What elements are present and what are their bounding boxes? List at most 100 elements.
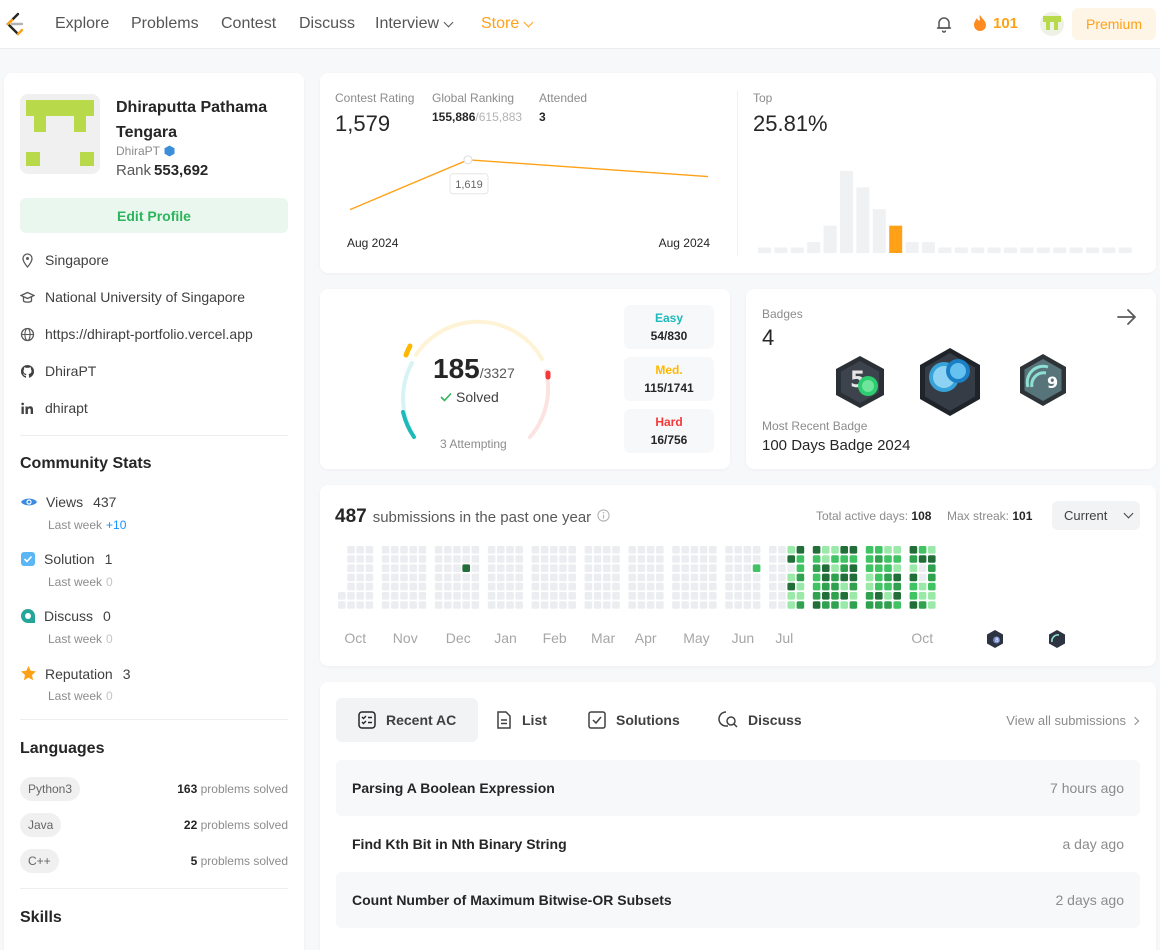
heatmap-cell[interactable] xyxy=(487,573,496,582)
heatmap-cell[interactable] xyxy=(400,573,408,582)
heatmap-cell[interactable] xyxy=(531,601,540,609)
heatmap-cell[interactable] xyxy=(444,601,452,609)
heatmap-cell[interactable] xyxy=(531,555,540,563)
heatmap-cell[interactable] xyxy=(928,592,936,600)
tab-list[interactable]: List xyxy=(496,698,547,742)
linkedin-row[interactable]: dhirapt xyxy=(20,400,88,416)
heatmap-cell[interactable] xyxy=(381,555,390,563)
heatmap-cell[interactable] xyxy=(453,582,461,591)
heatmap-cell[interactable] xyxy=(865,546,874,554)
heatmap-cell[interactable] xyxy=(656,546,664,554)
heatmap-cell[interactable] xyxy=(849,592,858,600)
heatmap-cell[interactable] xyxy=(418,573,427,582)
heatmap-cell[interactable] xyxy=(787,564,795,572)
heatmap-cell[interactable] xyxy=(778,582,786,591)
heatmap-cell[interactable] xyxy=(831,555,839,563)
heatmap-cell[interactable] xyxy=(356,601,364,609)
info-icon[interactable] xyxy=(597,509,610,522)
heatmap-cell[interactable] xyxy=(893,582,901,591)
distribution-bar[interactable] xyxy=(1086,247,1099,253)
heatmap-cell[interactable] xyxy=(409,573,417,582)
heatmap-cell[interactable] xyxy=(628,573,636,582)
heatmap-cell[interactable] xyxy=(875,564,883,572)
heatmap-cell[interactable] xyxy=(540,555,549,563)
monthly-badge-aug-icon[interactable]: 8 xyxy=(986,629,1004,649)
heatmap-cell[interactable] xyxy=(822,555,830,563)
heatmap-cell[interactable] xyxy=(865,573,874,582)
heatmap-cell[interactable] xyxy=(550,592,558,600)
heatmap-cell[interactable] xyxy=(381,564,390,572)
heatmap-cell[interactable] xyxy=(568,592,576,600)
heatmap-cell[interactable] xyxy=(769,592,777,600)
heatmap-cell[interactable] xyxy=(831,546,839,554)
heatmap-cell[interactable] xyxy=(865,564,874,572)
nav-store[interactable]: Store xyxy=(481,15,534,33)
heatmap-cell[interactable] xyxy=(699,546,708,554)
heatmap-cell[interactable] xyxy=(531,573,540,582)
heatmap-cell[interactable] xyxy=(672,592,680,600)
heatmap-cell[interactable] xyxy=(875,546,883,554)
heatmap-cell[interactable] xyxy=(840,555,848,563)
nav-problems[interactable]: Problems xyxy=(131,15,199,33)
heatmap-cell[interactable] xyxy=(849,546,858,554)
heatmap-cell[interactable] xyxy=(365,564,374,572)
heatmap-cell[interactable] xyxy=(849,601,858,609)
heatmap-cell[interactable] xyxy=(637,592,646,600)
heatmap-cell[interactable] xyxy=(559,601,567,609)
heatmap-cell[interactable] xyxy=(812,573,821,582)
distribution-bar[interactable] xyxy=(1020,247,1034,253)
distribution-bar[interactable] xyxy=(872,209,886,253)
distribution-bar[interactable] xyxy=(1004,247,1017,253)
heatmap-cell[interactable] xyxy=(612,555,620,563)
100-days-badge-icon[interactable] xyxy=(918,347,982,417)
heatmap-cell[interactable] xyxy=(725,564,733,572)
heatmap-cell[interactable] xyxy=(709,601,717,609)
heatmap-cell[interactable] xyxy=(462,582,470,591)
heatmap-cell[interactable] xyxy=(831,592,839,600)
heatmap-cell[interactable] xyxy=(559,555,567,563)
heatmap-cell[interactable] xyxy=(444,582,452,591)
table-row[interactable]: Find Kth Bit in Nth Binary String a day … xyxy=(336,816,1140,872)
heatmap-cell[interactable] xyxy=(725,601,733,609)
avatar[interactable] xyxy=(1040,12,1064,36)
heatmap-cell[interactable] xyxy=(699,592,708,600)
nav-explore[interactable]: Explore xyxy=(55,15,109,33)
heatmap-cell[interactable] xyxy=(884,546,892,554)
heatmap-cell[interactable] xyxy=(347,601,355,609)
heatmap-cell[interactable] xyxy=(734,582,742,591)
heatmap-cell[interactable] xyxy=(709,582,717,591)
difficulty-easy[interactable]: Easy 54/830 xyxy=(624,305,714,349)
heatmap-cell[interactable] xyxy=(471,573,480,582)
heatmap-cell[interactable] xyxy=(822,564,830,572)
heatmap-cell[interactable] xyxy=(822,546,830,554)
heatmap-cell[interactable] xyxy=(391,592,399,600)
heatmap-cell[interactable] xyxy=(690,546,699,554)
heatmap-cell[interactable] xyxy=(752,546,761,554)
heatmap-cell[interactable] xyxy=(646,573,655,582)
heatmap-cell[interactable] xyxy=(752,555,761,563)
heatmap-cell[interactable] xyxy=(796,582,805,591)
heatmap-cell[interactable] xyxy=(637,555,646,563)
heatmap-cell[interactable] xyxy=(381,601,390,609)
heatmap-cell[interactable] xyxy=(612,546,620,554)
heatmap-cell[interactable] xyxy=(628,592,636,600)
heatmap-cell[interactable] xyxy=(822,573,830,582)
heatmap-cell[interactable] xyxy=(409,546,417,554)
heatmap-cell[interactable] xyxy=(831,582,839,591)
heatmap-cell[interactable] xyxy=(497,555,505,563)
heatmap-cell[interactable] xyxy=(471,592,480,600)
heatmap-cell[interactable] xyxy=(681,582,689,591)
heatmap-cell[interactable] xyxy=(365,546,374,554)
heatmap-cell[interactable] xyxy=(884,573,892,582)
heatmap-cell[interactable] xyxy=(840,582,848,591)
heatmap-cell[interactable] xyxy=(778,601,786,609)
heatmap-cell[interactable] xyxy=(356,592,364,600)
heatmap-cell[interactable] xyxy=(471,564,480,572)
tab-solutions[interactable]: Solutions xyxy=(588,698,680,742)
heatmap-cell[interactable] xyxy=(909,546,918,554)
heatmap-cell[interactable] xyxy=(909,555,918,563)
heatmap-cell[interactable] xyxy=(865,555,874,563)
heatmap-cell[interactable] xyxy=(584,592,593,600)
heatmap-cell[interactable] xyxy=(725,592,733,600)
heatmap-cell[interactable] xyxy=(778,555,786,563)
